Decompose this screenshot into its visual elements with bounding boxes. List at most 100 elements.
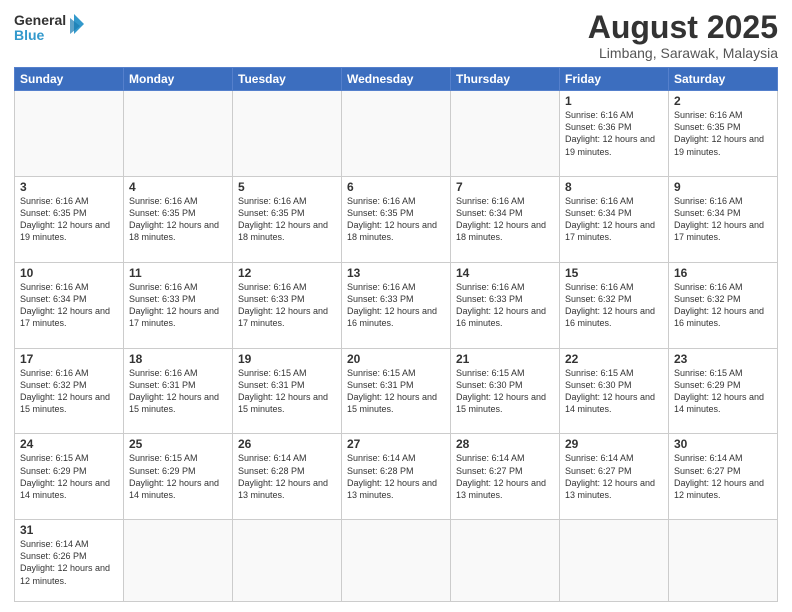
col-monday: Monday <box>124 68 233 91</box>
svg-text:General: General <box>14 12 66 28</box>
day-number: 21 <box>456 352 554 366</box>
day-number: 18 <box>129 352 227 366</box>
table-row <box>124 520 233 602</box>
location-subtitle: Limbang, Sarawak, Malaysia <box>588 45 778 61</box>
day-info: Sunrise: 6:16 AM Sunset: 6:34 PM Dayligh… <box>674 195 772 244</box>
table-row <box>342 91 451 177</box>
day-number: 22 <box>565 352 663 366</box>
day-number: 26 <box>238 437 336 451</box>
day-info: Sunrise: 6:14 AM Sunset: 6:28 PM Dayligh… <box>347 452 445 501</box>
table-row <box>233 520 342 602</box>
day-info: Sunrise: 6:15 AM Sunset: 6:30 PM Dayligh… <box>456 367 554 416</box>
table-row: 3Sunrise: 6:16 AM Sunset: 6:35 PM Daylig… <box>15 176 124 262</box>
day-info: Sunrise: 6:16 AM Sunset: 6:34 PM Dayligh… <box>20 281 118 330</box>
col-tuesday: Tuesday <box>233 68 342 91</box>
day-info: Sunrise: 6:15 AM Sunset: 6:29 PM Dayligh… <box>674 367 772 416</box>
table-row <box>342 520 451 602</box>
page-header: General Blue August 2025 Limbang, Sarawa… <box>14 10 778 61</box>
table-row: 30Sunrise: 6:14 AM Sunset: 6:27 PM Dayli… <box>669 434 778 520</box>
day-number: 1 <box>565 94 663 108</box>
table-row: 8Sunrise: 6:16 AM Sunset: 6:34 PM Daylig… <box>560 176 669 262</box>
table-row: 6Sunrise: 6:16 AM Sunset: 6:35 PM Daylig… <box>342 176 451 262</box>
day-number: 6 <box>347 180 445 194</box>
day-info: Sunrise: 6:16 AM Sunset: 6:34 PM Dayligh… <box>565 195 663 244</box>
table-row <box>451 520 560 602</box>
table-row: 14Sunrise: 6:16 AM Sunset: 6:33 PM Dayli… <box>451 262 560 348</box>
table-row <box>233 91 342 177</box>
day-info: Sunrise: 6:16 AM Sunset: 6:34 PM Dayligh… <box>456 195 554 244</box>
table-row: 15Sunrise: 6:16 AM Sunset: 6:32 PM Dayli… <box>560 262 669 348</box>
table-row: 17Sunrise: 6:16 AM Sunset: 6:32 PM Dayli… <box>15 348 124 434</box>
month-year-title: August 2025 <box>588 10 778 45</box>
day-number: 19 <box>238 352 336 366</box>
day-info: Sunrise: 6:16 AM Sunset: 6:33 PM Dayligh… <box>456 281 554 330</box>
table-row: 10Sunrise: 6:16 AM Sunset: 6:34 PM Dayli… <box>15 262 124 348</box>
day-info: Sunrise: 6:16 AM Sunset: 6:33 PM Dayligh… <box>129 281 227 330</box>
day-info: Sunrise: 6:16 AM Sunset: 6:32 PM Dayligh… <box>20 367 118 416</box>
day-number: 11 <box>129 266 227 280</box>
day-number: 25 <box>129 437 227 451</box>
day-info: Sunrise: 6:16 AM Sunset: 6:35 PM Dayligh… <box>674 109 772 158</box>
day-info: Sunrise: 6:16 AM Sunset: 6:33 PM Dayligh… <box>347 281 445 330</box>
table-row: 21Sunrise: 6:15 AM Sunset: 6:30 PM Dayli… <box>451 348 560 434</box>
day-number: 27 <box>347 437 445 451</box>
table-row: 26Sunrise: 6:14 AM Sunset: 6:28 PM Dayli… <box>233 434 342 520</box>
day-number: 16 <box>674 266 772 280</box>
day-info: Sunrise: 6:15 AM Sunset: 6:31 PM Dayligh… <box>238 367 336 416</box>
day-info: Sunrise: 6:15 AM Sunset: 6:31 PM Dayligh… <box>347 367 445 416</box>
day-number: 12 <box>238 266 336 280</box>
day-info: Sunrise: 6:15 AM Sunset: 6:30 PM Dayligh… <box>565 367 663 416</box>
day-info: Sunrise: 6:16 AM Sunset: 6:35 PM Dayligh… <box>347 195 445 244</box>
day-number: 14 <box>456 266 554 280</box>
day-info: Sunrise: 6:16 AM Sunset: 6:35 PM Dayligh… <box>129 195 227 244</box>
day-number: 4 <box>129 180 227 194</box>
day-number: 24 <box>20 437 118 451</box>
table-row: 7Sunrise: 6:16 AM Sunset: 6:34 PM Daylig… <box>451 176 560 262</box>
day-number: 5 <box>238 180 336 194</box>
table-row <box>124 91 233 177</box>
day-info: Sunrise: 6:16 AM Sunset: 6:33 PM Dayligh… <box>238 281 336 330</box>
table-row: 27Sunrise: 6:14 AM Sunset: 6:28 PM Dayli… <box>342 434 451 520</box>
day-number: 30 <box>674 437 772 451</box>
day-number: 3 <box>20 180 118 194</box>
col-wednesday: Wednesday <box>342 68 451 91</box>
calendar-table: Sunday Monday Tuesday Wednesday Thursday… <box>14 67 778 602</box>
day-info: Sunrise: 6:16 AM Sunset: 6:36 PM Dayligh… <box>565 109 663 158</box>
day-number: 23 <box>674 352 772 366</box>
calendar-header-row: Sunday Monday Tuesday Wednesday Thursday… <box>15 68 778 91</box>
day-info: Sunrise: 6:16 AM Sunset: 6:32 PM Dayligh… <box>565 281 663 330</box>
table-row <box>451 91 560 177</box>
table-row: 13Sunrise: 6:16 AM Sunset: 6:33 PM Dayli… <box>342 262 451 348</box>
table-row <box>560 520 669 602</box>
day-info: Sunrise: 6:16 AM Sunset: 6:35 PM Dayligh… <box>238 195 336 244</box>
table-row: 5Sunrise: 6:16 AM Sunset: 6:35 PM Daylig… <box>233 176 342 262</box>
table-row: 1Sunrise: 6:16 AM Sunset: 6:36 PM Daylig… <box>560 91 669 177</box>
table-row: 29Sunrise: 6:14 AM Sunset: 6:27 PM Dayli… <box>560 434 669 520</box>
day-number: 10 <box>20 266 118 280</box>
day-info: Sunrise: 6:16 AM Sunset: 6:31 PM Dayligh… <box>129 367 227 416</box>
day-number: 9 <box>674 180 772 194</box>
table-row <box>669 520 778 602</box>
table-row: 2Sunrise: 6:16 AM Sunset: 6:35 PM Daylig… <box>669 91 778 177</box>
day-number: 29 <box>565 437 663 451</box>
day-info: Sunrise: 6:14 AM Sunset: 6:27 PM Dayligh… <box>565 452 663 501</box>
table-row: 20Sunrise: 6:15 AM Sunset: 6:31 PM Dayli… <box>342 348 451 434</box>
col-thursday: Thursday <box>451 68 560 91</box>
day-info: Sunrise: 6:14 AM Sunset: 6:28 PM Dayligh… <box>238 452 336 501</box>
day-number: 17 <box>20 352 118 366</box>
table-row: 24Sunrise: 6:15 AM Sunset: 6:29 PM Dayli… <box>15 434 124 520</box>
day-info: Sunrise: 6:15 AM Sunset: 6:29 PM Dayligh… <box>20 452 118 501</box>
day-info: Sunrise: 6:16 AM Sunset: 6:35 PM Dayligh… <box>20 195 118 244</box>
table-row <box>15 91 124 177</box>
day-number: 8 <box>565 180 663 194</box>
table-row: 9Sunrise: 6:16 AM Sunset: 6:34 PM Daylig… <box>669 176 778 262</box>
day-info: Sunrise: 6:16 AM Sunset: 6:32 PM Dayligh… <box>674 281 772 330</box>
day-number: 28 <box>456 437 554 451</box>
logo-svg: General Blue <box>14 10 84 46</box>
table-row: 18Sunrise: 6:16 AM Sunset: 6:31 PM Dayli… <box>124 348 233 434</box>
table-row: 31Sunrise: 6:14 AM Sunset: 6:26 PM Dayli… <box>15 520 124 602</box>
day-info: Sunrise: 6:14 AM Sunset: 6:27 PM Dayligh… <box>456 452 554 501</box>
col-saturday: Saturday <box>669 68 778 91</box>
table-row: 19Sunrise: 6:15 AM Sunset: 6:31 PM Dayli… <box>233 348 342 434</box>
table-row: 11Sunrise: 6:16 AM Sunset: 6:33 PM Dayli… <box>124 262 233 348</box>
